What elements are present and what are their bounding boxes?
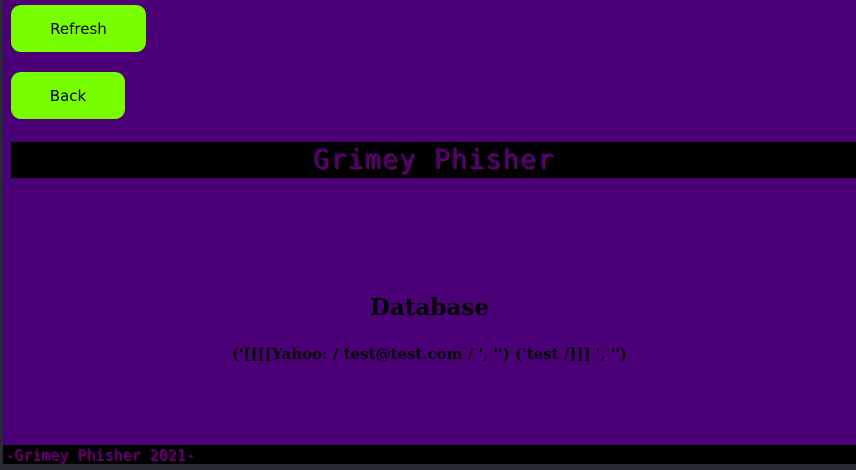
database-record: ('[[[[Yahoo: / test@test.com / ', '') ('…: [231, 345, 628, 363]
title-banner: Grimey Phisher: [11, 142, 856, 178]
refresh-button[interactable]: Refresh: [11, 5, 146, 52]
back-button[interactable]: Back: [11, 72, 125, 119]
page: Refresh Back Grimey Phisher Database ('[…: [3, 0, 856, 464]
site-title: Grimey Phisher: [312, 144, 555, 175]
footer: -Grimey Phisher 2021-: [3, 445, 856, 464]
database-heading: Database: [370, 294, 489, 321]
footer-text: -Grimey Phisher 2021-: [5, 446, 195, 464]
